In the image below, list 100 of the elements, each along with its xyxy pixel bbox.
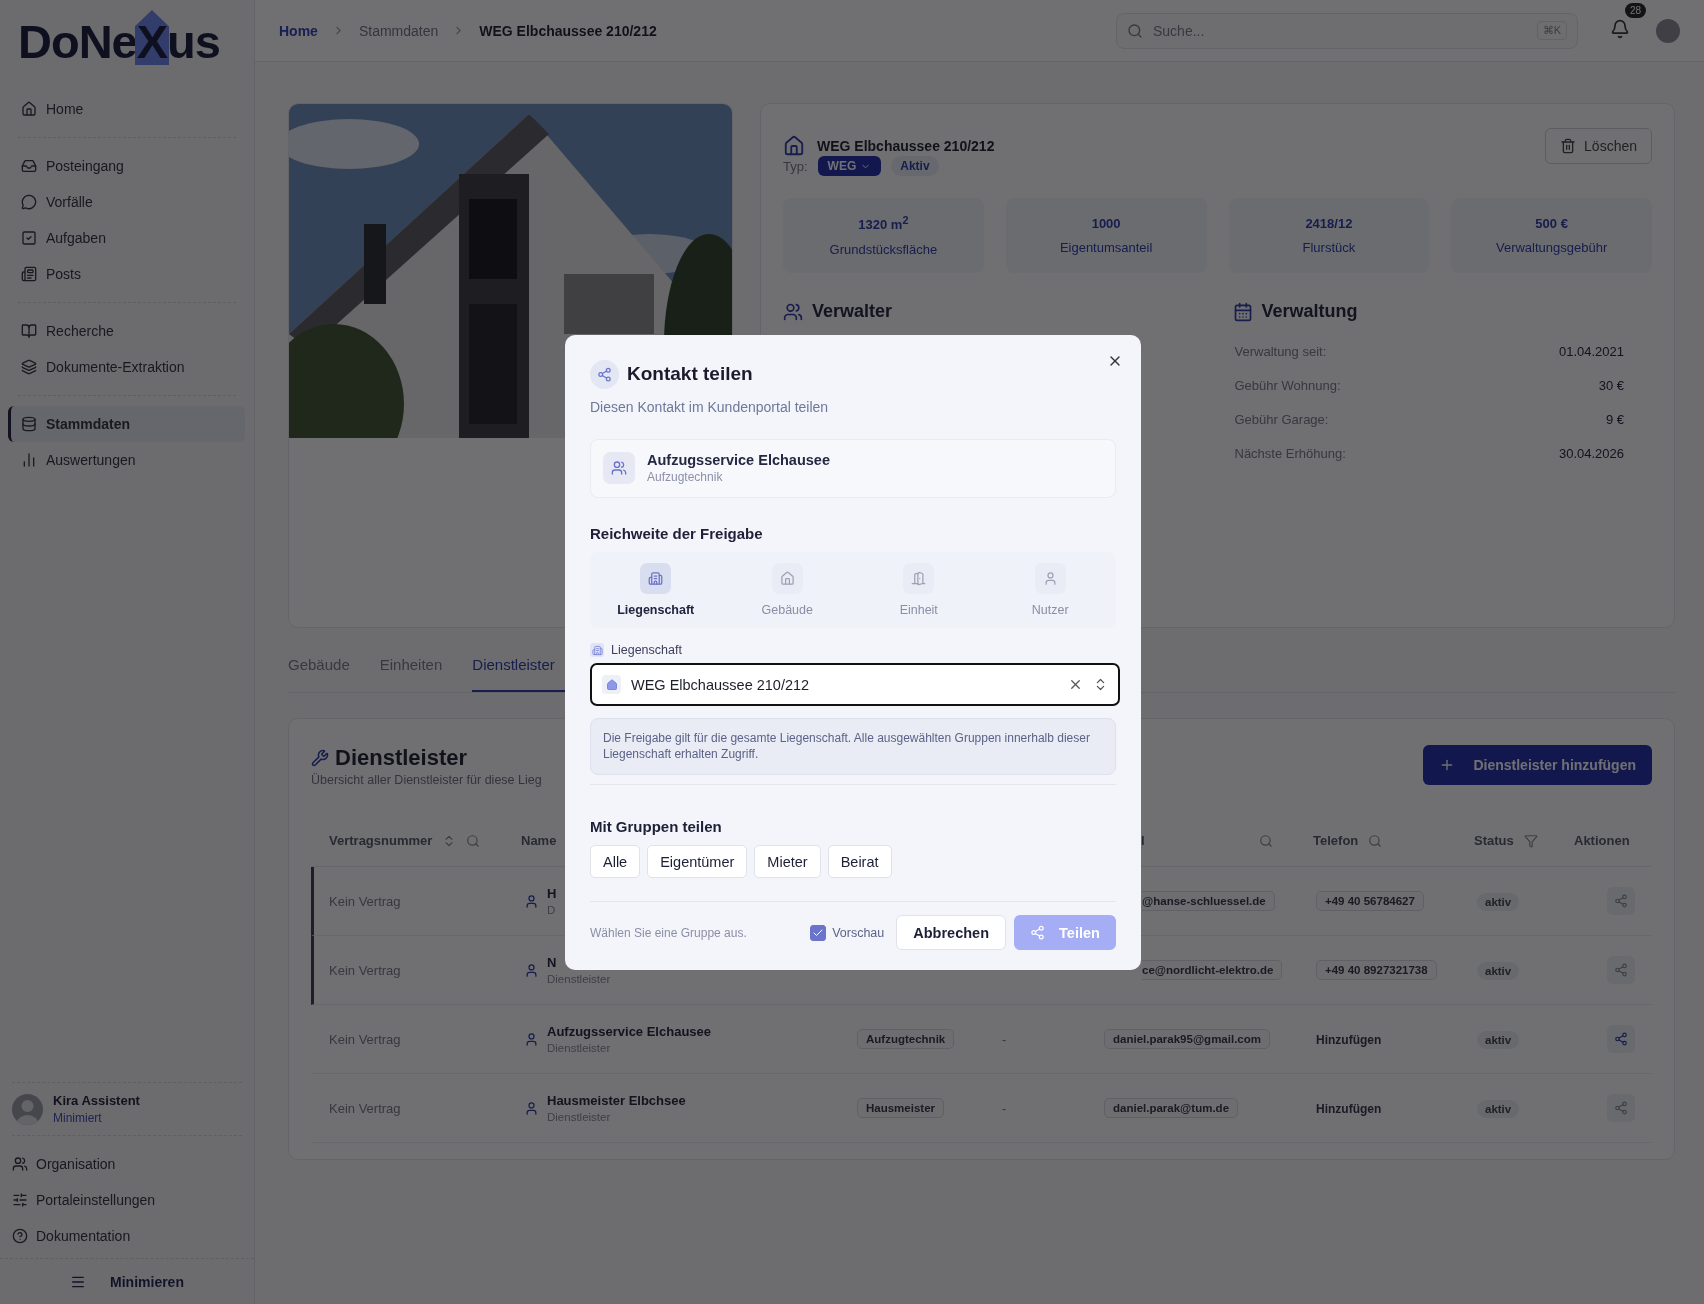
type-label: Typ: [783, 158, 808, 174]
provider-name: H [547, 886, 557, 901]
column-header: Status [1474, 833, 1514, 848]
nav-item[interactable]: Organisation [0, 1146, 254, 1182]
nav-item[interactable]: Dokumente-Extraktion [8, 349, 245, 385]
scope-tab[interactable]: Gebäude [721, 561, 853, 618]
nav-icon [21, 266, 37, 282]
section-title: Mit Gruppen teilen [590, 818, 723, 836]
scope-tab[interactable]: Nutzer [984, 561, 1116, 618]
cancel-button[interactable]: Abbrechen [896, 915, 1006, 951]
contact-category: Aufzugtechnik [647, 470, 724, 485]
provider-name: Hausmeister Elbchsee [547, 1093, 686, 1108]
scope-icon [771, 562, 803, 594]
nav-item[interactable]: Stammdaten [8, 406, 245, 442]
trash-icon [1560, 138, 1577, 154]
group-button[interactable]: Eigentümer [647, 845, 748, 879]
phone-tag: +49 40 56784627 [1316, 891, 1424, 911]
email-tag: daniel.parak95@gmail.com [1104, 1029, 1270, 1049]
section-title: Dienstleister [335, 745, 468, 771]
share-icon [1030, 925, 1046, 941]
dialog-title: Kontakt teilen [627, 363, 753, 385]
nav-item[interactable]: Dokumentation [0, 1218, 254, 1254]
table-cell-text: Kein Vertrag [328, 1031, 402, 1047]
nav-icon [21, 359, 37, 375]
column-header: l [1141, 833, 1145, 848]
info-note: Die Freigabe gilt für die gesamte Liegenschaft. Alle ausgewählten Gruppen innerhalb dieser Liegenschaft erhalten Zugriff. [590, 718, 1116, 775]
stat-label: Grundstücksfläche [829, 241, 938, 257]
share-button[interactable] [1607, 1094, 1635, 1122]
field-label: Verwaltung seit: [1234, 343, 1327, 359]
section-subtitle: Übersicht aller Dienstleister für diese Lieg [311, 773, 542, 787]
scope-tab[interactable]: Einheit [853, 561, 985, 618]
search-icon[interactable] [1368, 833, 1383, 848]
type-dropdown[interactable]: WEG [817, 156, 882, 176]
nav-item[interactable]: Aufgaben [8, 220, 245, 256]
column-header: Aktionen [1574, 833, 1630, 848]
dialog-subtitle: Diesen Kontakt im Kundenportal teilen [590, 398, 830, 415]
nav-item[interactable]: Posteingang [8, 148, 245, 184]
add-phone-link[interactable]: Hinzufügen [1316, 1033, 1382, 1047]
status-tag: aktiv [1477, 1100, 1520, 1118]
share-button[interactable] [1607, 887, 1635, 915]
column-header: Name [521, 833, 557, 848]
status-tag: Aktiv [891, 156, 939, 176]
field-label: Nächste Erhöhung: [1234, 445, 1346, 461]
filter-icon[interactable] [1523, 833, 1538, 848]
home-icon [602, 675, 621, 695]
group-button[interactable]: Alle [590, 845, 641, 879]
search-icon[interactable] [1259, 833, 1273, 848]
breadcrumb-link[interactable]: Stammdaten [358, 22, 439, 39]
nav-icon [12, 1156, 28, 1172]
field-value: 01.04.2021 [1558, 343, 1624, 359]
nav-item[interactable]: Recherche [8, 313, 245, 349]
avatar-icon[interactable] [1656, 18, 1680, 43]
field-value: 30 € [1598, 377, 1624, 393]
status-tag: aktiv [1477, 1031, 1520, 1049]
group-button[interactable]: Mieter [754, 845, 821, 879]
table-cell-text: - [1002, 1031, 1008, 1047]
nav-item[interactable]: Vorfälle [8, 184, 245, 220]
section-title: Verwalter [812, 301, 893, 322]
scope-tab[interactable]: Liegenschaft [590, 561, 722, 618]
scope-icon [640, 562, 672, 594]
nav-item[interactable]: Posts [8, 256, 245, 292]
nav-icon [21, 323, 37, 339]
property-select[interactable]: WEG Elbchaussee 210/212 [590, 663, 1120, 707]
assistant-name: Kira Assistent [53, 1093, 140, 1108]
section-title: Verwaltung [1261, 301, 1358, 322]
nav-icon [21, 230, 37, 246]
nav-item[interactable]: Auswertungen [8, 442, 245, 478]
users-icon [603, 452, 635, 485]
bell-icon [1610, 19, 1630, 39]
field-value: 30.04.2026 [1558, 445, 1624, 461]
breadcrumb-link[interactable]: Home [279, 22, 318, 39]
users-icon [783, 301, 803, 322]
column-header: Telefon [1313, 833, 1359, 848]
breadcrumb-link[interactable]: WEG Elbchaussee 210/212 [479, 22, 657, 39]
logo: DoNeXus [0, 0, 254, 91]
delete-button[interactable]: Löschen [1545, 128, 1652, 164]
collapse-button[interactable]: Minimieren [0, 1258, 254, 1304]
phone-tag: +49 40 8927321738 [1316, 960, 1437, 980]
provider-name: N [547, 955, 558, 970]
nav-item[interactable]: Home [8, 91, 245, 127]
stat-value: 500 € [1535, 216, 1568, 231]
user-icon [524, 893, 539, 909]
nav-item[interactable]: Portaleinstellungen [0, 1182, 254, 1218]
add-provider-button[interactable]: Dienstleister hinzufügen [1423, 745, 1652, 785]
search-icon[interactable] [466, 833, 481, 848]
user-icon [524, 1100, 539, 1116]
table-cell-text: Kein Vertrag [328, 962, 402, 978]
user-icon [524, 1031, 539, 1047]
share-button[interactable] [1607, 956, 1635, 984]
nav-icon [21, 101, 37, 117]
email-tag: ce@nordlicht-elektro.de [1142, 960, 1283, 980]
house-icon [783, 135, 805, 157]
email-tag: daniel.parak@tum.de [1104, 1098, 1239, 1118]
add-phone-link[interactable]: Hinzufügen [1316, 1102, 1382, 1116]
building-icon [590, 643, 604, 658]
share-button[interactable] [1607, 1025, 1635, 1053]
nav-icon [21, 416, 37, 432]
checkbox[interactable] [810, 924, 827, 941]
nav-icon [12, 1192, 28, 1208]
group-button[interactable]: Beirat [827, 845, 892, 879]
